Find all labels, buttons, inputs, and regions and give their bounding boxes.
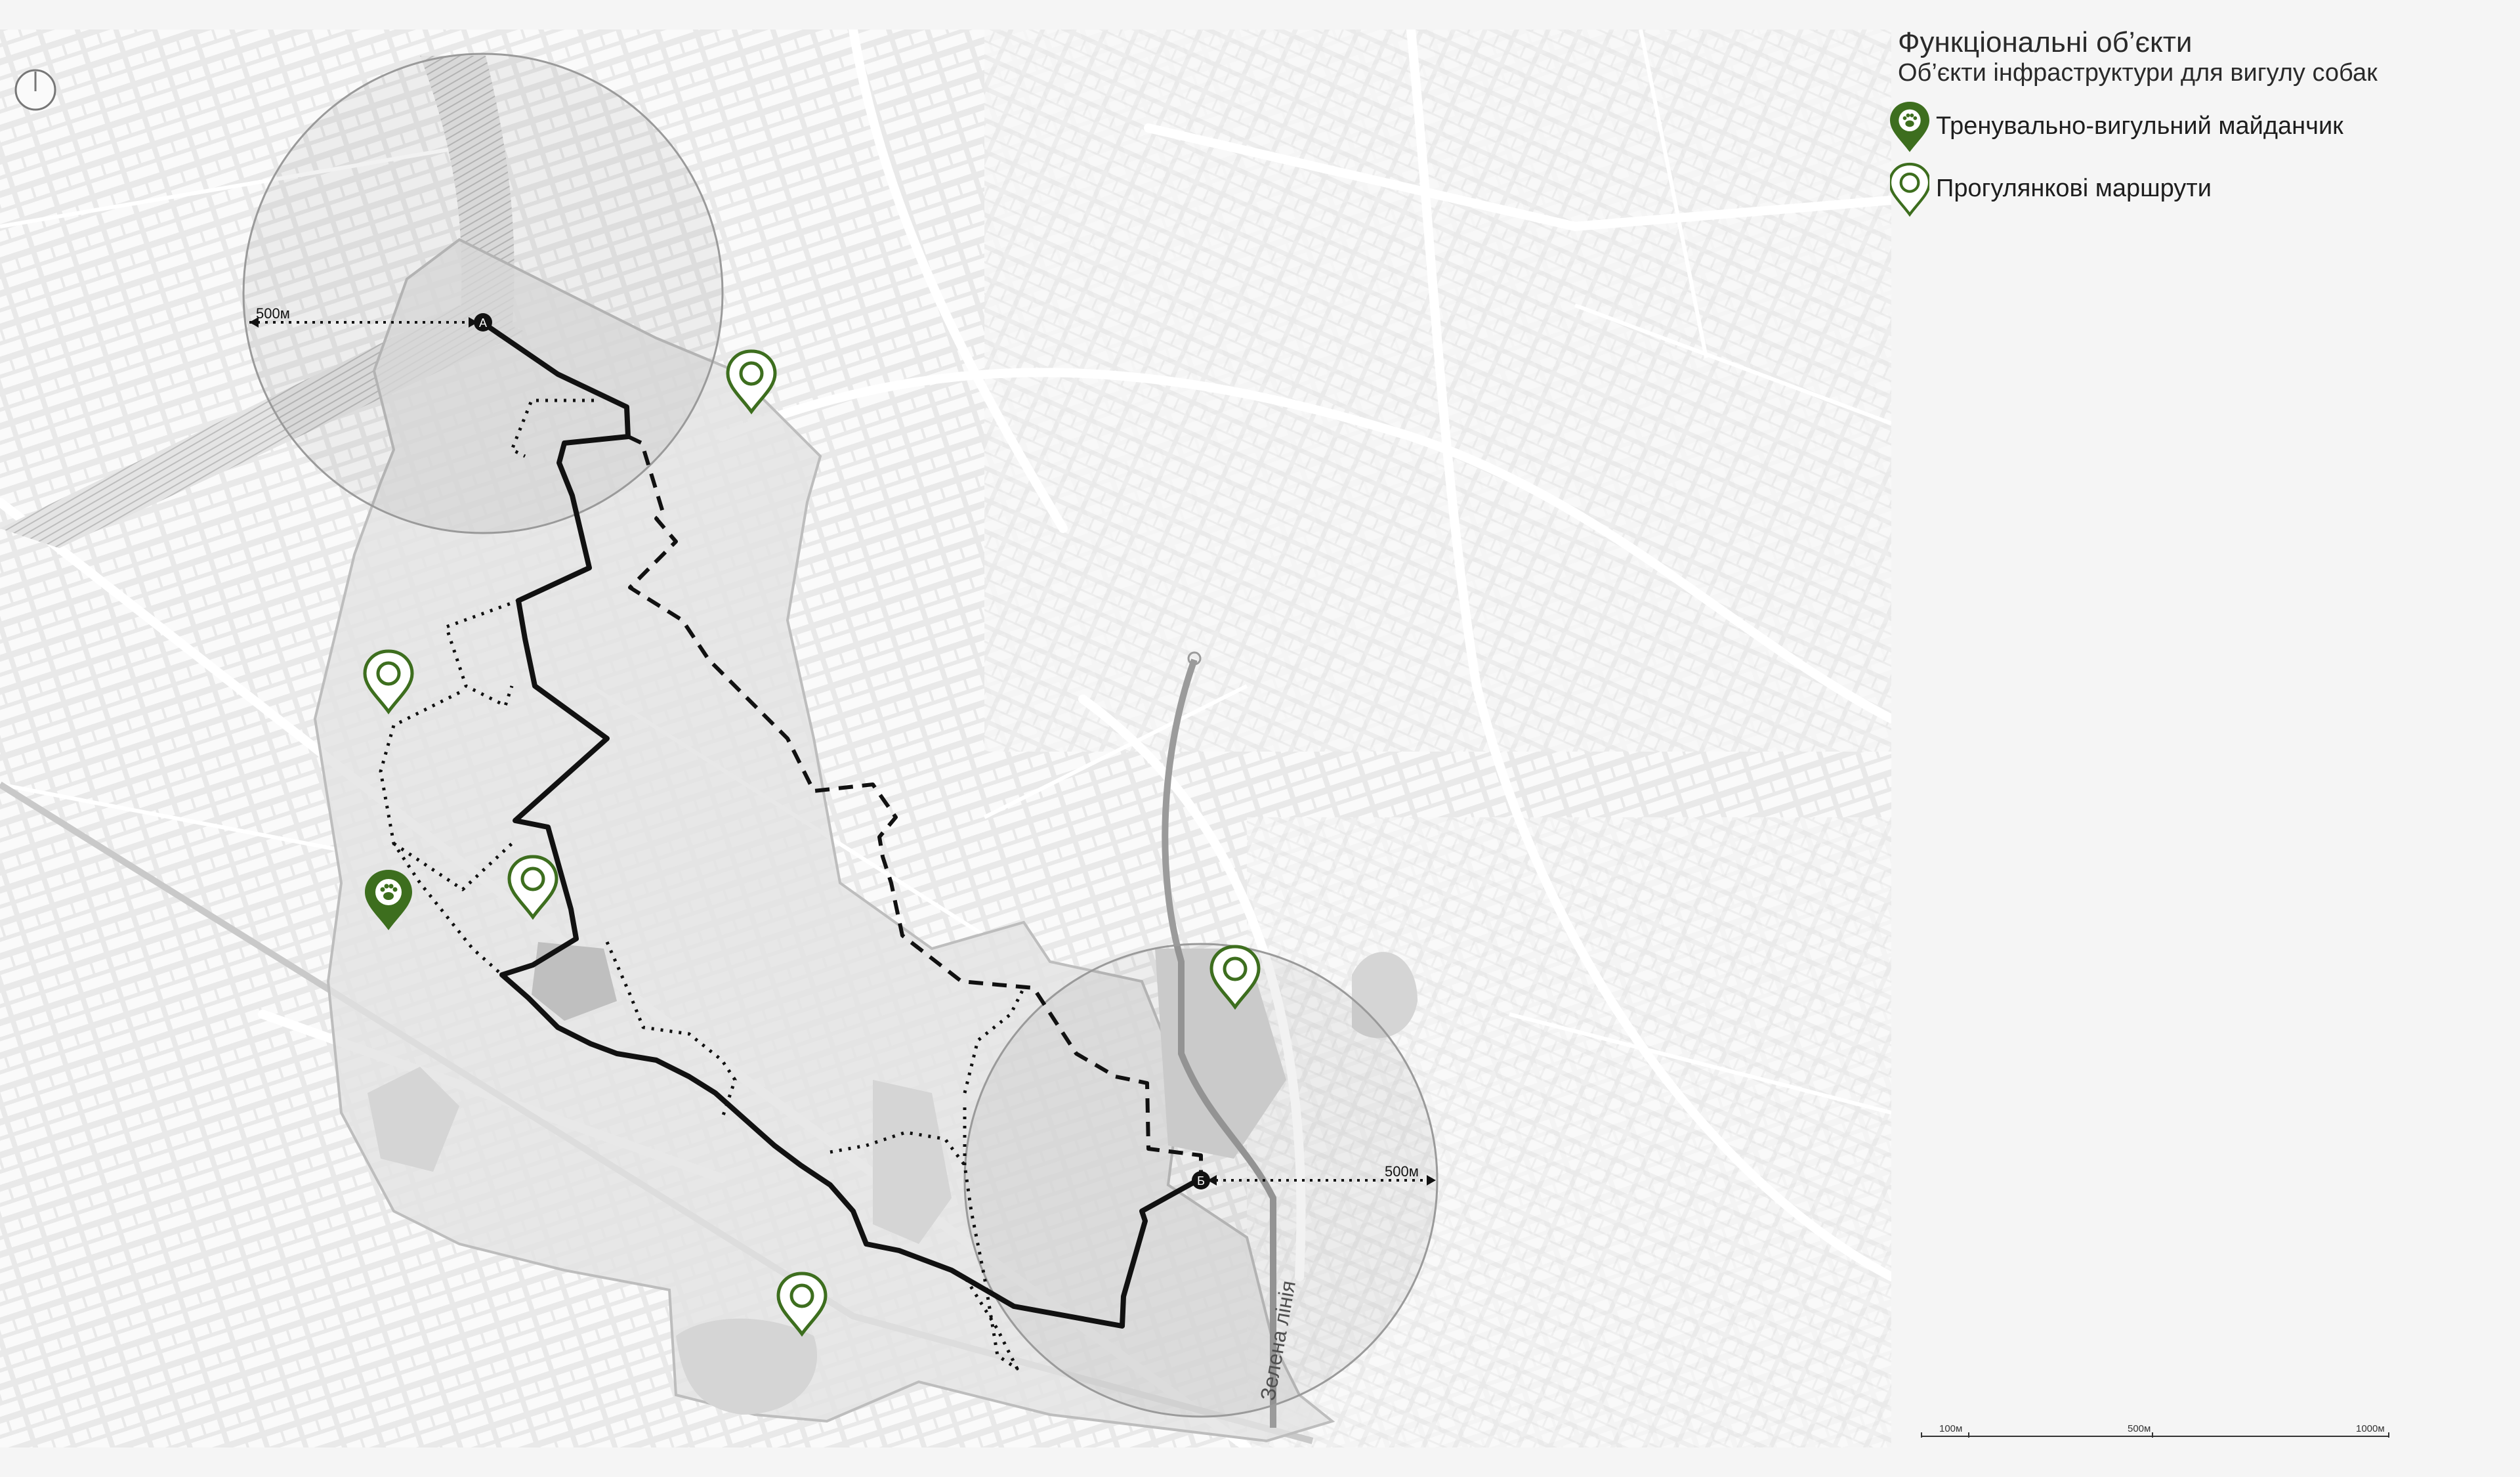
north-arrow-icon	[14, 69, 56, 111]
point-a-label: А	[479, 316, 487, 330]
scale-bar: 100м 500м 1000м	[1916, 1423, 2402, 1449]
legend: Функціональні об’єкти Об’єкти інфраструк…	[1890, 26, 2507, 236]
city-map[interactable]: Зелена лінія 500м 500м А Б	[0, 30, 1891, 1447]
legend-label-training-ground: Тренувально-вигульний майданчик	[1936, 112, 2343, 140]
radius-label-b: 500м	[1385, 1163, 1419, 1180]
scale-bar-line	[1921, 1432, 2389, 1438]
radius-label-a: 500м	[256, 305, 290, 322]
radius-circle-a	[242, 53, 724, 534]
legend-item-training-ground[interactable]: Тренувально-вигульний майданчик	[1890, 95, 2507, 167]
legend-subtitle: Об’єкти інфраструктури для вигулу собак	[1898, 59, 2378, 87]
point-a-marker[interactable]: А	[474, 313, 492, 332]
legend-title: Функціональні об’єкти	[1898, 26, 2193, 58]
map-panel[interactable]: Зелена лінія 500м 500м А Б	[0, 30, 1891, 1447]
point-b-label: Б	[1197, 1174, 1205, 1188]
point-b-marker[interactable]: Б	[1192, 1171, 1210, 1189]
dog-paw-pin-icon	[1890, 102, 1929, 152]
walk-route-pin-icon	[1890, 162, 1929, 217]
legend-label-walk-routes: Прогулянкові маршрути	[1936, 175, 2212, 202]
legend-item-walk-routes[interactable]: Прогулянкові маршрути	[1890, 158, 2507, 230]
